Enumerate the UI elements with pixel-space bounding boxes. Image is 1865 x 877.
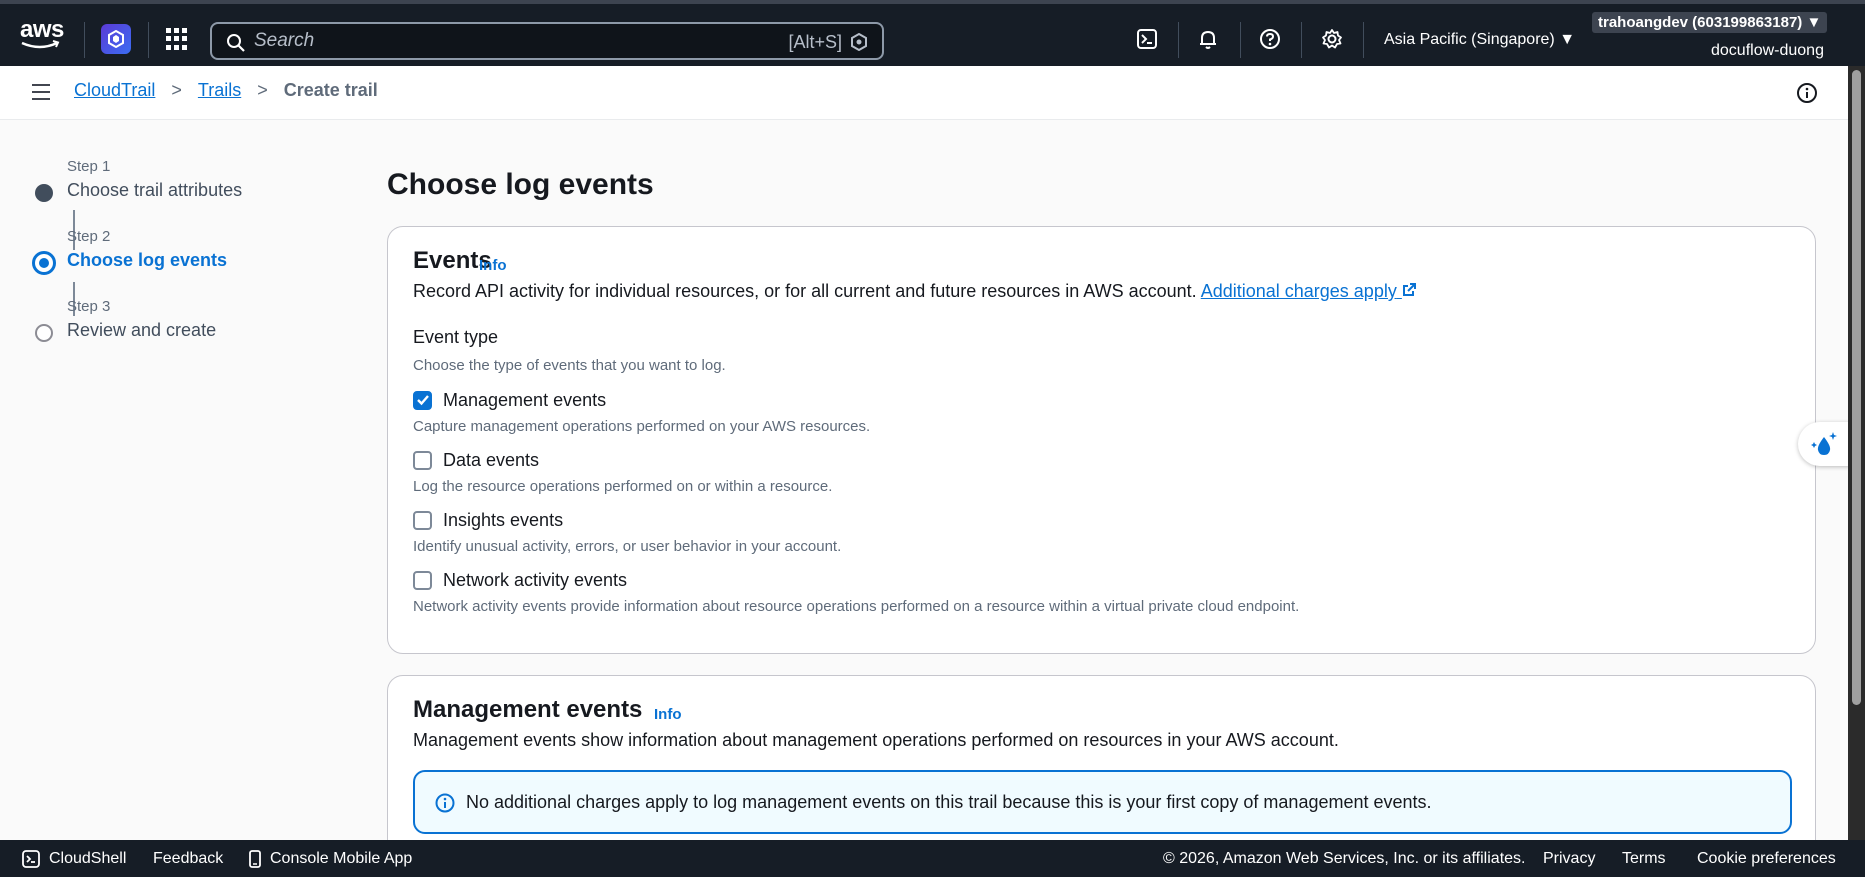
footer-copyright-text: © 2026, Amazon Web Services, Inc. or its…	[1163, 850, 1526, 867]
footer-cloudshell-label: CloudShell	[49, 850, 127, 867]
event-type-label: Event type	[413, 327, 499, 347]
network-activity-events-checkbox-row[interactable]: Network activity events	[413, 568, 627, 592]
step-label: Review and create	[67, 320, 217, 340]
search-icon	[227, 34, 245, 52]
insights-events-checkbox-row[interactable]: Insights events	[413, 508, 563, 532]
breadcrumb-separator-icon: >	[257, 80, 268, 100]
management-events-checkbox[interactable]	[413, 390, 432, 410]
cloudshell-icon	[22, 850, 40, 868]
footer-cookies-label: Cookie preferences	[1697, 850, 1836, 867]
insights-events-checkbox[interactable]	[413, 510, 432, 530]
footer-terms-link[interactable]: Terms	[1622, 850, 1666, 868]
info-panel-icon[interactable]	[1796, 82, 1818, 104]
management-events-description: Management events show information about…	[413, 730, 1339, 750]
breadcrumb-separator-icon: >	[171, 80, 182, 100]
checkbox-description: Identify unusual activity, errors, or us…	[413, 538, 842, 555]
amazon-q-assistant-button[interactable]	[1798, 422, 1850, 466]
step-1[interactable]: Step 1 Choose trail attributes	[30, 158, 330, 228]
footer-mobile-app-label: Console Mobile App	[270, 850, 413, 867]
favorite-service-icon[interactable]	[101, 24, 131, 54]
footer-privacy-link[interactable]: Privacy	[1543, 850, 1595, 868]
region-selector[interactable]: Asia Pacific (Singapore) ▼	[1384, 31, 1575, 49]
help-icon[interactable]	[1258, 27, 1282, 51]
management-events-info-link[interactable]: Info	[654, 706, 682, 723]
nav-divider	[148, 22, 149, 58]
checkbox-description: Network activity events provide informat…	[413, 598, 1300, 615]
footer-cookie-preferences-link[interactable]: Cookie preferences	[1697, 850, 1836, 868]
step-number: Step 2	[67, 228, 111, 245]
footer-terms-label: Terms	[1622, 850, 1666, 867]
search-shortcut-hint: [Alt+S]	[788, 32, 842, 52]
aws-logo-text: aws	[20, 16, 64, 43]
top-navigation: aws [Alt+S] Asia Pacific (Singapore) ▼ t…	[0, 0, 1865, 66]
account-menu[interactable]: trahoangdev (603199863187) ▼	[1592, 12, 1828, 33]
footer-copyright: © 2026, Amazon Web Services, Inc. or its…	[1163, 850, 1525, 868]
breadcrumb-current: Create trail	[283, 80, 378, 100]
settings-gear-icon[interactable]	[1320, 27, 1344, 51]
breadcrumb-link-trails[interactable]: Trails	[198, 80, 241, 101]
search-input[interactable]	[254, 30, 754, 52]
checkmark-icon	[416, 395, 429, 406]
step-pending-icon	[35, 324, 53, 342]
step-label: Choose trail attributes	[67, 180, 243, 200]
breadcrumb-link-cloudtrail[interactable]: CloudTrail	[74, 80, 155, 101]
checkbox-label: Network activity events	[443, 569, 628, 590]
mobile-phone-icon	[249, 850, 261, 868]
events-info-link[interactable]: Info	[479, 257, 507, 274]
footer-mobile-app-link[interactable]: Console Mobile App	[248, 850, 412, 868]
events-description: Record API activity for individual resou…	[413, 281, 1417, 302]
info-icon	[435, 793, 455, 813]
step-number: Step 1	[67, 158, 111, 175]
step-3[interactable]: Step 3 Review and create	[30, 298, 330, 368]
checkbox-label: Management events	[443, 389, 607, 410]
management-events-heading: Management events	[413, 696, 643, 723]
info-alert: No additional charges apply to log manag…	[413, 770, 1792, 834]
hamburger-menu-icon[interactable]	[32, 84, 50, 100]
nav-divider	[1363, 22, 1364, 58]
events-description-text: Record API activity for individual resou…	[413, 281, 1197, 301]
services-grid-icon[interactable]	[166, 28, 188, 50]
step-2[interactable]: Step 2 Choose log events	[30, 228, 330, 298]
search-box[interactable]: [Alt+S]	[210, 22, 884, 60]
breadcrumb-bar: CloudTrail > Trails > Create trail	[0, 66, 1848, 120]
nav-divider	[1178, 22, 1179, 58]
page-scrollbar[interactable]	[1848, 66, 1865, 840]
cloudshell-icon[interactable]	[1135, 27, 1159, 51]
step-label: Choose log events	[67, 250, 228, 270]
wizard-steps: Step 1 Choose trail attributes Step 2 Ch…	[30, 158, 330, 368]
external-link-icon	[1402, 283, 1416, 296]
footer-cloudshell-link[interactable]: CloudShell	[22, 850, 126, 868]
footer: CloudShell Feedback Console Mobile App ©…	[0, 840, 1865, 877]
footer-feedback-label: Feedback	[153, 850, 224, 867]
nav-divider	[1301, 22, 1302, 58]
checkbox-label: Data events	[443, 449, 540, 470]
checkbox-label: Insights events	[443, 509, 564, 530]
data-events-checkbox[interactable]	[413, 450, 432, 470]
aws-logo[interactable]: aws	[20, 18, 64, 52]
alert-text: No additional charges apply to log manag…	[466, 792, 1432, 812]
account-role-name: docuflow-duong	[1711, 42, 1824, 59]
events-panel: Events Info Record API activity for indi…	[387, 226, 1816, 654]
amazon-q-icon	[851, 33, 867, 51]
page-title: Choose log events	[387, 168, 654, 201]
management-events-checkbox-row[interactable]: Management events	[413, 388, 606, 412]
checkbox-description: Log the resource operations performed on…	[413, 478, 833, 495]
additional-charges-link[interactable]: Additional charges apply	[1201, 281, 1417, 301]
data-events-checkbox-row[interactable]: Data events	[413, 448, 539, 472]
sparkle-droplet-icon	[1811, 432, 1837, 455]
footer-feedback-link[interactable]: Feedback	[153, 850, 223, 868]
breadcrumb: CloudTrail > Trails > Create trail	[74, 80, 378, 101]
event-type-description: Choose the type of events that you want …	[413, 357, 726, 374]
checkbox-description: Capture management operations performed …	[413, 418, 871, 435]
scrollbar-thumb[interactable]	[1852, 70, 1861, 705]
notifications-bell-icon[interactable]	[1196, 27, 1220, 51]
step-number: Step 3	[67, 298, 111, 315]
network-activity-events-checkbox[interactable]	[413, 570, 432, 590]
nav-divider	[1240, 22, 1241, 58]
step-done-icon	[35, 184, 53, 202]
step-active-icon	[32, 251, 56, 275]
footer-privacy-label: Privacy	[1543, 850, 1596, 867]
nav-divider	[84, 22, 85, 58]
additional-charges-link-text: Additional charges apply	[1200, 281, 1397, 301]
